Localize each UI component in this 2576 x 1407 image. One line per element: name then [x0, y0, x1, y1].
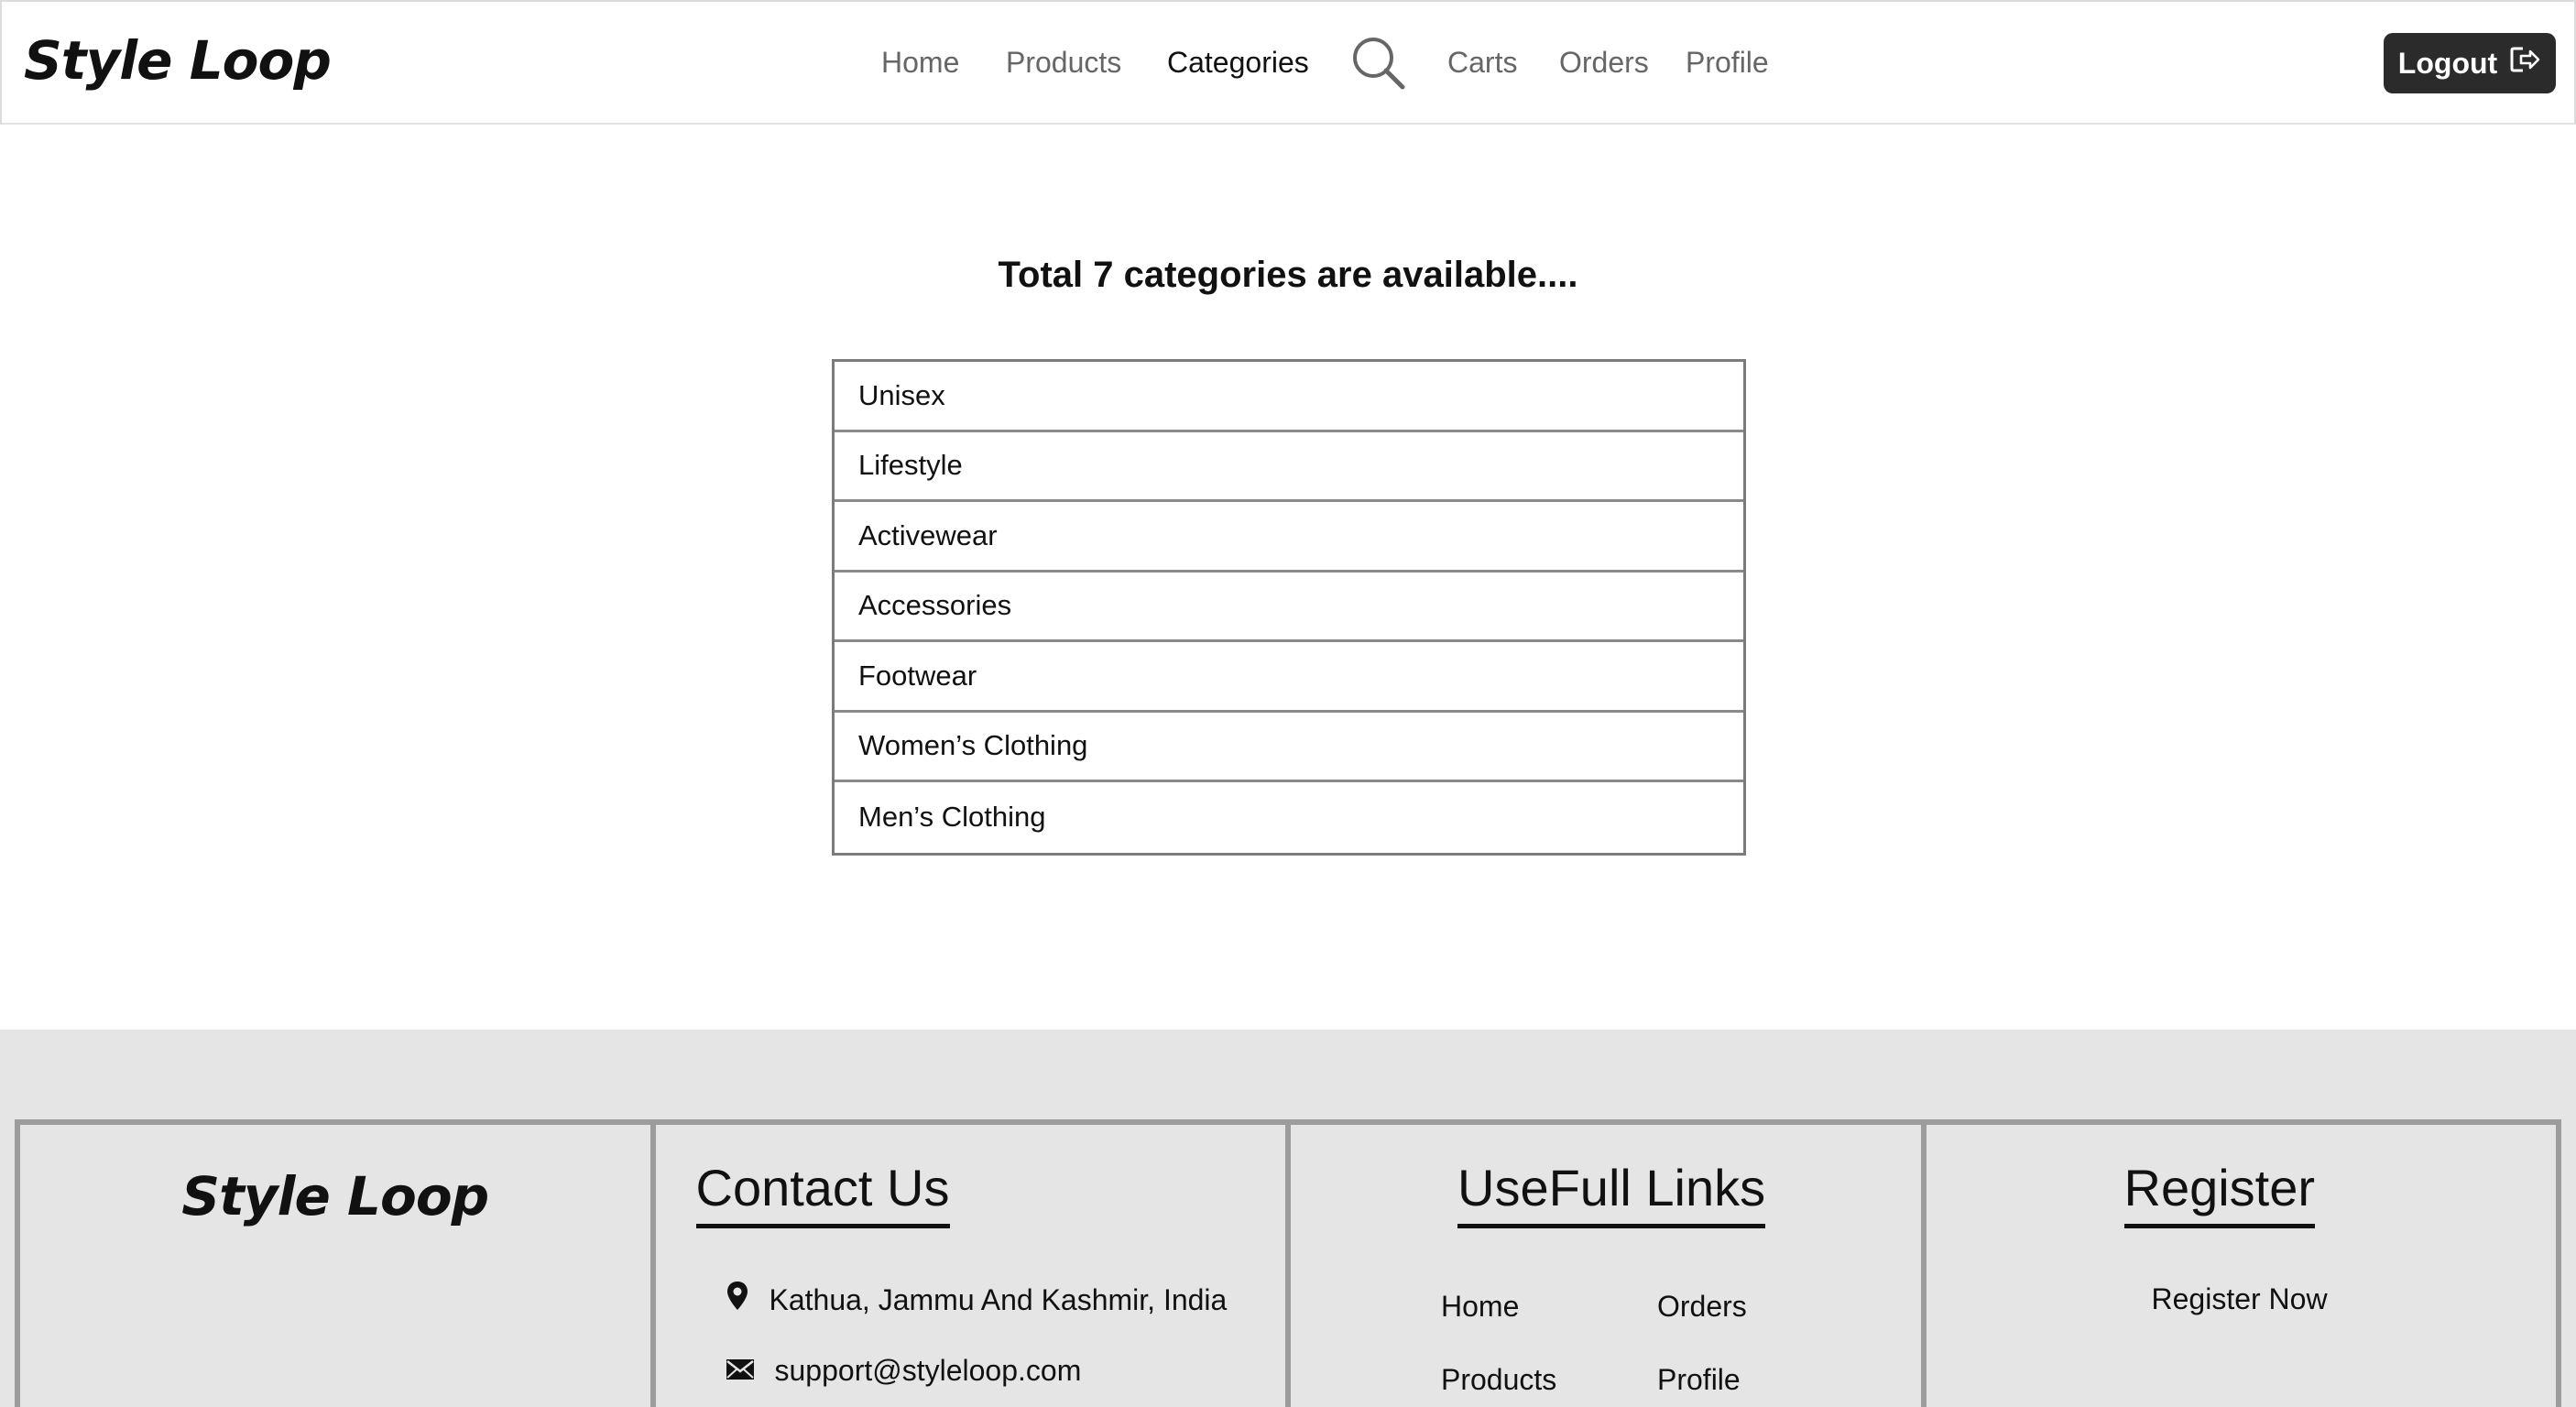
category-item-mens-clothing[interactable]: Men’s Clothing: [835, 782, 1743, 853]
category-item-footwear[interactable]: Footwear: [835, 642, 1743, 713]
footer-link-products[interactable]: Products: [1441, 1363, 1556, 1397]
footer-grid: Style Loop Contact Us Kathua, Jammu And …: [15, 1119, 2561, 1407]
register-now-link[interactable]: Register Now: [2152, 1282, 2328, 1316]
footer-brand-column: Style Loop: [20, 1125, 656, 1407]
nav-orders[interactable]: Orders: [1559, 46, 1649, 80]
contact-email: support@styleloop.com: [726, 1354, 1082, 1388]
contact-address-text: Kathua, Jammu And Kashmir, India: [769, 1282, 1228, 1316]
footer-contact-column: Contact Us Kathua, Jammu And Kashmir, In…: [656, 1125, 1291, 1407]
contact-heading: Contact Us: [695, 1160, 950, 1228]
logout-icon: [2510, 46, 2541, 81]
search-icon[interactable]: [1350, 35, 1407, 92]
nav-categories[interactable]: Categories: [1167, 46, 1309, 80]
nav-carts[interactable]: Carts: [1447, 46, 1517, 80]
nav-profile[interactable]: Profile: [1686, 46, 1769, 80]
footer-link-profile[interactable]: Profile: [1657, 1363, 1741, 1397]
category-item-accessories[interactable]: Accessories: [835, 573, 1743, 642]
mail-icon: [726, 1354, 755, 1388]
category-item-unisex[interactable]: Unisex: [835, 362, 1743, 432]
category-item-activewear[interactable]: Activewear: [835, 502, 1743, 573]
location-pin-icon: [726, 1281, 749, 1319]
page-title: Total 7 categories are available....: [998, 255, 1578, 295]
contact-email-text[interactable]: support@styleloop.com: [775, 1354, 1082, 1388]
nav-home[interactable]: Home: [881, 46, 959, 80]
contact-address: Kathua, Jammu And Kashmir, India: [726, 1281, 1228, 1319]
footer-link-orders[interactable]: Orders: [1657, 1290, 1747, 1324]
top-navbar: Style Loop Home Products Categories Cart…: [0, 0, 2576, 125]
footer-link-home[interactable]: Home: [1441, 1290, 1519, 1324]
links-heading: UseFull Links: [1457, 1160, 1766, 1228]
category-item-lifestyle[interactable]: Lifestyle: [835, 432, 1743, 502]
logout-button[interactable]: Logout: [2384, 33, 2556, 93]
footer-register-column: Register Register Now: [1927, 1125, 2557, 1407]
footer-links-column: UseFull Links Home Orders Products Profi…: [1291, 1125, 1927, 1407]
brand-logo[interactable]: Style Loop: [24, 29, 332, 92]
footer-brand-logo: Style Loop: [181, 1165, 489, 1227]
register-heading: Register: [2123, 1160, 2316, 1228]
logout-label: Logout: [2397, 46, 2498, 80]
nav-products[interactable]: Products: [1006, 46, 1121, 80]
category-list: Unisex Lifestyle Activewear Accessories …: [832, 359, 1746, 856]
category-item-womens-clothing[interactable]: Women’s Clothing: [835, 713, 1743, 782]
footer: Style Loop Contact Us Kathua, Jammu And …: [0, 1030, 2576, 1407]
